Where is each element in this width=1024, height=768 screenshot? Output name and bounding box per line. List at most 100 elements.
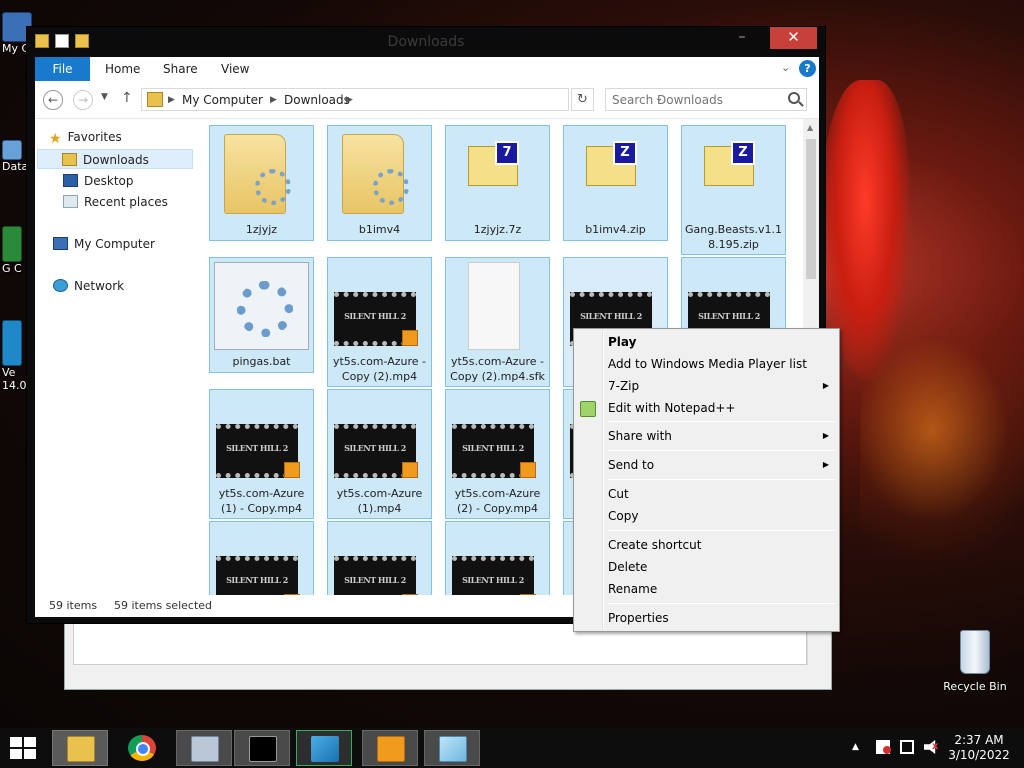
file-item[interactable]: 1zjyjz xyxy=(209,125,314,241)
file-item[interactable] xyxy=(327,521,432,595)
clock-time: 2:37 AM xyxy=(954,733,1004,747)
file-item[interactable]: Gang.Beasts.v1.18.195.zip xyxy=(681,125,786,255)
nav-label: Downloads xyxy=(83,153,149,167)
nav-network[interactable]: Network xyxy=(53,276,124,296)
menu-item-edit-notepadpp[interactable]: Edit with Notepad++ xyxy=(608,397,835,419)
file-item[interactable]: b1imv4 xyxy=(327,125,432,241)
file-name: b1imv4 xyxy=(358,223,401,236)
monitor-icon xyxy=(191,736,219,762)
menu-item-properties[interactable]: Properties xyxy=(608,607,835,629)
menu-item-add-to-wmp[interactable]: Add to Windows Media Player list xyxy=(608,353,835,375)
menu-item-cut[interactable]: Cut xyxy=(608,483,835,505)
context-menu: Play Add to Windows Media Player list 7-… xyxy=(573,328,840,632)
window-title: Downloads xyxy=(387,34,465,50)
start-button-windows-icon[interactable] xyxy=(10,737,38,761)
show-hidden-icons-chevron-icon[interactable]: ▲ xyxy=(852,742,859,768)
help-icon[interactable]: ? xyxy=(799,60,816,77)
nav-recent-places[interactable]: Recent places xyxy=(63,192,168,212)
taskbar-system-monitor[interactable] xyxy=(176,730,232,766)
file-name: 1zjyjz.7z xyxy=(473,223,522,236)
file-item[interactable]: 1zjyjz.7z xyxy=(445,125,550,241)
taskbar-chrome[interactable] xyxy=(114,730,170,766)
network-icon xyxy=(53,279,68,292)
menu-item-7zip[interactable]: 7-Zip ▶ xyxy=(608,375,835,397)
recent-places-icon xyxy=(63,195,78,208)
search-input[interactable] xyxy=(606,89,776,110)
search-box[interactable] xyxy=(605,88,807,111)
breadcrumb-separator-icon[interactable]: ▶ xyxy=(168,95,175,105)
star-icon: ★ xyxy=(49,131,62,147)
file-item[interactable] xyxy=(209,521,314,595)
desktop-icon-recycle-bin[interactable]: Recycle Bin xyxy=(942,630,1008,693)
tab-share[interactable]: Share xyxy=(163,57,198,81)
notepad-plus-plus-icon xyxy=(580,401,596,417)
menu-item-rename[interactable]: Rename xyxy=(608,578,835,600)
background-window-hscroll[interactable] xyxy=(73,667,807,683)
expand-ribbon-chevron-icon[interactable]: ⌄ xyxy=(781,61,790,74)
nav-label: Favorites xyxy=(67,130,122,144)
file-item[interactable]: pingas.bat xyxy=(209,257,314,373)
menu-separator xyxy=(608,603,835,604)
address-field[interactable]: ▶ My Computer ▶ Downloads ▶ ⌄ xyxy=(141,88,663,111)
refresh-button[interactable]: ↻ xyxy=(571,88,594,111)
shortcut-icon xyxy=(2,140,22,160)
file-item[interactable]: yt5s.com-Azure (1) - Copy.mp4 xyxy=(209,389,314,519)
file-item[interactable] xyxy=(445,521,550,595)
back-button[interactable]: ← xyxy=(43,90,63,110)
up-button[interactable]: ↑ xyxy=(121,90,133,106)
nav-desktop[interactable]: Desktop xyxy=(63,171,134,191)
video-thumbnail-icon xyxy=(334,556,418,595)
recent-locations-chevron-icon[interactable]: ▼ xyxy=(101,92,108,102)
tab-view[interactable]: View xyxy=(221,57,249,81)
file-explorer-icon xyxy=(67,736,95,762)
taskbar-notes[interactable] xyxy=(424,730,480,766)
tab-file[interactable]: File xyxy=(35,57,90,81)
downloads-folder-icon xyxy=(147,92,163,107)
file-item[interactable]: yt5s.com-Azure - Copy (2).mp4.sfk xyxy=(445,257,550,387)
taskbar-clock[interactable]: 2:37 AM 3/10/2022 xyxy=(944,733,1014,763)
close-button[interactable]: ✕ xyxy=(770,27,817,49)
breadcrumb-my-computer[interactable]: My Computer xyxy=(182,93,263,107)
menu-item-copy[interactable]: Copy xyxy=(608,505,835,527)
file-name: pingas.bat xyxy=(232,355,291,368)
desktop-icon-ve[interactable]: Ve 14.0 xyxy=(2,320,27,392)
tab-home[interactable]: Home xyxy=(105,57,140,81)
visual-studio-icon xyxy=(311,736,339,762)
menu-item-label: Share with xyxy=(608,429,672,443)
menu-item-share-with[interactable]: Share with ▶ xyxy=(608,425,835,447)
forward-button[interactable]: → xyxy=(73,90,93,110)
breadcrumb-separator-icon[interactable]: ▶ xyxy=(270,95,277,105)
menu-item-play[interactable]: Play xyxy=(608,331,835,353)
taskbar-file-explorer[interactable] xyxy=(52,730,108,766)
desktop-icon-g[interactable]: G C xyxy=(2,226,22,275)
menu-item-send-to[interactable]: Send to ▶ xyxy=(608,454,835,476)
breadcrumb-separator-icon[interactable]: ▶ xyxy=(346,95,353,105)
scrollbar-thumb[interactable] xyxy=(806,139,816,279)
file-item[interactable]: b1imv4.zip xyxy=(563,125,668,241)
scroll-up-arrow-icon[interactable]: ▲ xyxy=(807,123,813,132)
nav-my-computer[interactable]: My Computer xyxy=(53,234,155,254)
action-center-flag-icon[interactable] xyxy=(876,740,891,754)
file-item[interactable]: yt5s.com-Azure - Copy (2).mp4 xyxy=(327,257,432,387)
archive-zip-icon xyxy=(704,141,755,186)
menu-item-create-shortcut[interactable]: Create shortcut xyxy=(608,534,835,556)
menu-separator xyxy=(608,530,835,531)
downloads-folder-icon xyxy=(62,153,77,166)
volume-muted-icon: x xyxy=(932,741,939,752)
taskbar-media-player[interactable] xyxy=(362,730,418,766)
menu-item-delete[interactable]: Delete xyxy=(608,556,835,578)
title-bar[interactable]: Downloads – ✕ xyxy=(27,27,825,57)
desktop-icon-label: G C xyxy=(2,262,22,275)
search-icon[interactable] xyxy=(788,92,800,104)
file-item[interactable]: yt5s.com-Azure (1).mp4 xyxy=(327,389,432,519)
breadcrumb-downloads[interactable]: Downloads xyxy=(284,93,350,107)
taskbar-command-prompt[interactable] xyxy=(234,730,290,766)
wallpaper-glow xyxy=(860,300,1024,560)
desktop-icon-data[interactable]: Data xyxy=(2,140,28,173)
minimize-button[interactable]: – xyxy=(729,27,755,49)
nav-favorites[interactable]: ★ Favorites xyxy=(49,127,122,147)
network-tray-icon[interactable] xyxy=(900,740,914,754)
taskbar-visual-studio[interactable] xyxy=(296,730,352,766)
nav-downloads[interactable]: Downloads xyxy=(37,149,193,169)
file-item[interactable]: yt5s.com-Azure (2) - Copy.mp4 xyxy=(445,389,550,519)
